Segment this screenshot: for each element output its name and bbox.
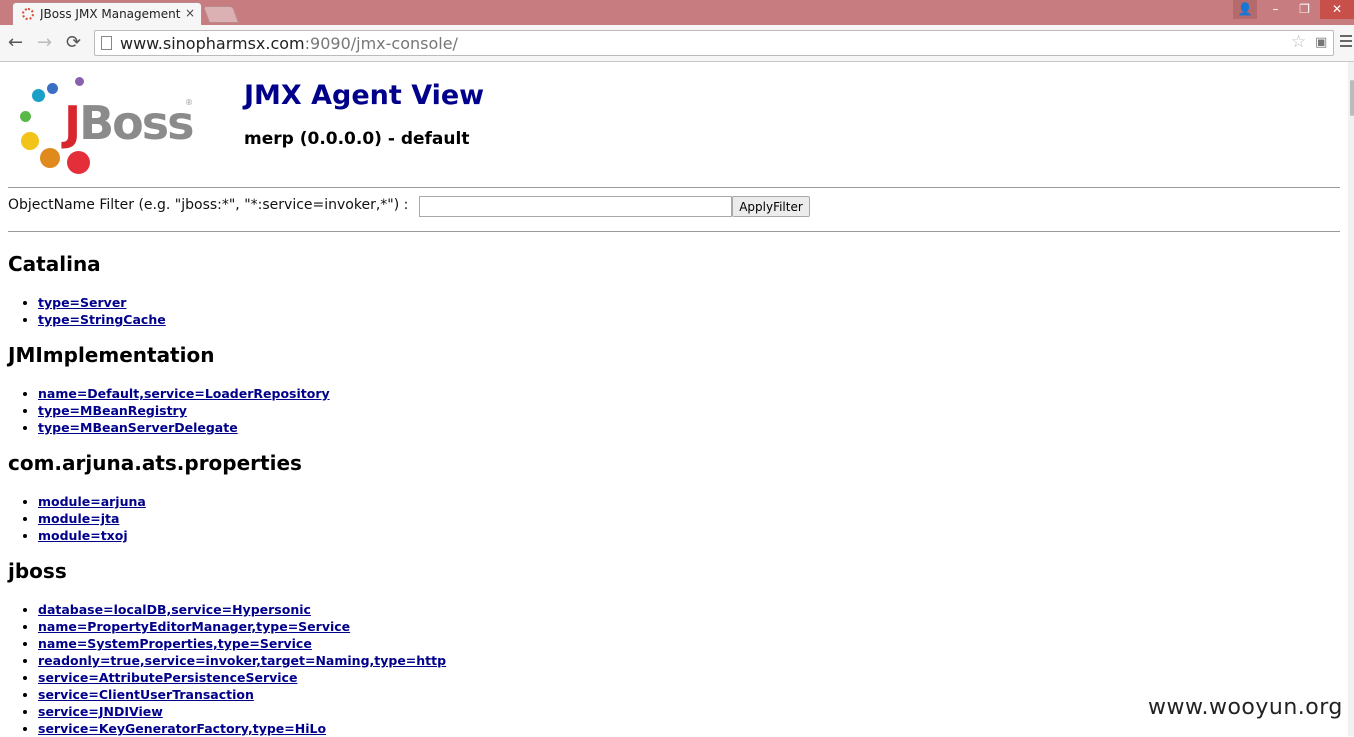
bookmark-star-icon[interactable]: ☆ [1291,32,1306,52]
browser-titlebar: JBoss JMX Management × 👤 – ❐ ✕ [0,0,1354,25]
domain-heading: JMImplementation [8,343,215,367]
close-window-icon[interactable]: ✕ [1320,0,1354,19]
page-title: JMX Agent View [244,80,485,111]
url-text[interactable]: www.sinopharmsx.com:9090/jmx-console/ [120,34,458,53]
list-item: name=SystemProperties,type=Service [38,635,446,652]
mbean-list: module=arjuna module=jta module=txoj [8,493,302,544]
mbean-link[interactable]: type=Server [38,295,126,310]
domain-section: com.arjuna.ats.propertiesmodule=arjunamo… [8,451,302,544]
list-item: database=localDB,service=Hypersonic [38,601,446,618]
mbean-link[interactable]: type=StringCache [38,312,166,327]
domain-heading: com.arjuna.ats.properties [8,451,302,475]
list-item: service=KeyGeneratorFactory,type=HiLo [38,720,446,737]
browser-toolbar: ← → ⟳ www.sinopharmsx.com:9090/jmx-conso… [0,25,1354,62]
jboss-logo: JBoss ® [14,74,196,176]
menu-icon[interactable] [1340,35,1352,50]
mbean-link[interactable]: database=localDB,service=Hypersonic [38,602,311,617]
browser-tab[interactable]: JBoss JMX Management × [12,2,202,25]
page-subtitle: merp (0.0.0.0) - default [244,129,470,149]
domain-heading: jboss [8,559,67,583]
filter-label: ObjectName Filter (e.g. "jboss:*", "*:se… [8,197,409,213]
watermark: www.wooyun.org [1148,695,1343,720]
list-item: service=AttributePersistenceService [38,669,446,686]
domain-section: jboss database=localDB,service=Hypersonic… [8,559,446,737]
maximize-icon[interactable]: ❐ [1291,0,1318,19]
jboss-favicon-icon [22,8,34,20]
mbean-link[interactable]: module=arjuna [38,494,146,509]
forward-icon[interactable]: → [37,32,52,53]
mbean-link[interactable]: module=jta [38,511,119,526]
list-item: type=MBeanRegistry [38,402,330,419]
mbean-link[interactable]: service=JNDIView [38,704,163,719]
scrollbar[interactable] [1348,62,1354,736]
list-item: module=arjuna [38,493,302,510]
mbean-link[interactable]: service=KeyGeneratorFactory,type=HiLo [38,721,326,736]
list-item: type=MBeanServerDelegate [38,419,330,436]
list-item: name=Default,service=LoaderRepository [38,385,330,402]
tab-title: JBoss JMX Management [40,7,181,21]
mbean-link[interactable]: name=Default,service=LoaderRepository [38,386,330,401]
mbean-link[interactable]: name=PropertyEditorManager,type=Service [38,619,350,634]
extension-icon[interactable]: ▣ [1315,35,1327,50]
mbean-link[interactable]: type=MBeanServerDelegate [38,420,238,435]
domain-section: JMImplementation name=Default,service=Loa… [8,343,330,436]
new-tab-button[interactable] [202,6,240,23]
list-item: type=StringCache [38,311,166,328]
mbean-link[interactable]: name=SystemProperties,type=Service [38,636,312,651]
reload-icon[interactable]: ⟳ [66,32,81,53]
list-item: module=jta [38,510,302,527]
domain-heading: Catalina [8,252,101,276]
mbean-link[interactable]: readonly=true,service=invoker,target=Nam… [38,653,446,668]
mbean-link[interactable]: service=ClientUserTransaction [38,687,254,702]
mbean-list: type=Server type=StringCache [8,294,166,328]
back-icon[interactable]: ← [8,32,23,53]
close-tab-icon[interactable]: × [185,6,195,20]
divider-bottom [8,231,1340,232]
list-item: readonly=true,service=invoker,target=Nam… [38,652,446,669]
list-item: service=ClientUserTransaction [38,686,446,703]
apply-filter-button[interactable]: ApplyFilter [732,196,810,217]
page-icon [101,36,112,50]
logo-text: JBoss [64,96,195,150]
minimize-icon[interactable]: – [1262,0,1289,19]
list-item: service=JNDIView [38,703,446,720]
list-item: type=Server [38,294,166,311]
scrollbar-thumb[interactable] [1350,80,1354,116]
objectname-filter-input[interactable] [419,196,732,217]
address-bar[interactable]: www.sinopharmsx.com:9090/jmx-console/ ☆ … [94,30,1334,56]
divider-top [8,187,1340,188]
mbean-link[interactable]: type=MBeanRegistry [38,403,187,418]
user-icon[interactable]: 👤 [1233,0,1257,19]
registered-mark: ® [185,98,193,107]
list-item: name=PropertyEditorManager,type=Service [38,618,446,635]
mbean-list: name=Default,service=LoaderRepository typ… [8,385,330,436]
list-item: module=txoj [38,527,302,544]
mbean-link[interactable]: service=AttributePersistenceService [38,670,297,685]
mbean-link[interactable]: module=txoj [38,528,128,543]
mbean-list: database=localDB,service=Hypersonic name=… [8,601,446,737]
domain-section: Catalina type=Server type=StringCache [8,252,166,328]
